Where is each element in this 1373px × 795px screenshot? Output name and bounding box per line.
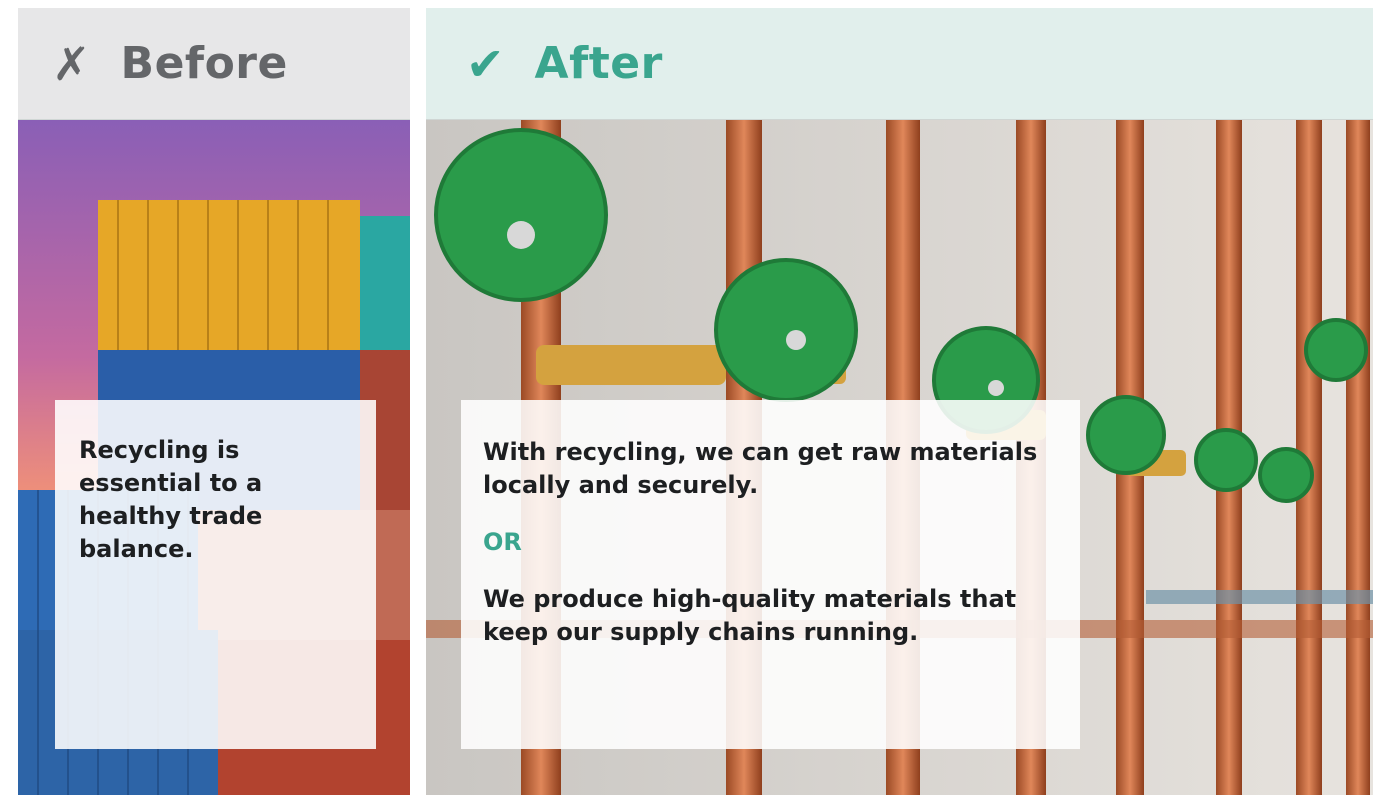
after-panel: ✔ After With recycling, we can get raw m… bbox=[426, 8, 1373, 795]
before-title: Before bbox=[120, 38, 288, 89]
or-label: OR bbox=[483, 528, 522, 556]
before-panel: ✗ Before Recycling is essential to a hea… bbox=[18, 8, 410, 795]
after-title: After bbox=[534, 38, 663, 89]
after-statement-2: We produce high-quality materials that k… bbox=[483, 585, 1017, 646]
after-statement-1: With recycling, we can get raw materials… bbox=[483, 438, 1038, 499]
before-text-card: Recycling is essential to a healthy trad… bbox=[55, 400, 376, 749]
after-header: ✔ After bbox=[426, 8, 1373, 120]
cross-icon: ✗ bbox=[52, 36, 91, 91]
after-text-card: With recycling, we can get raw materials… bbox=[461, 400, 1080, 749]
before-statement: Recycling is essential to a healthy trad… bbox=[79, 436, 263, 563]
check-icon: ✔ bbox=[466, 36, 505, 91]
before-header: ✗ Before bbox=[18, 8, 410, 120]
